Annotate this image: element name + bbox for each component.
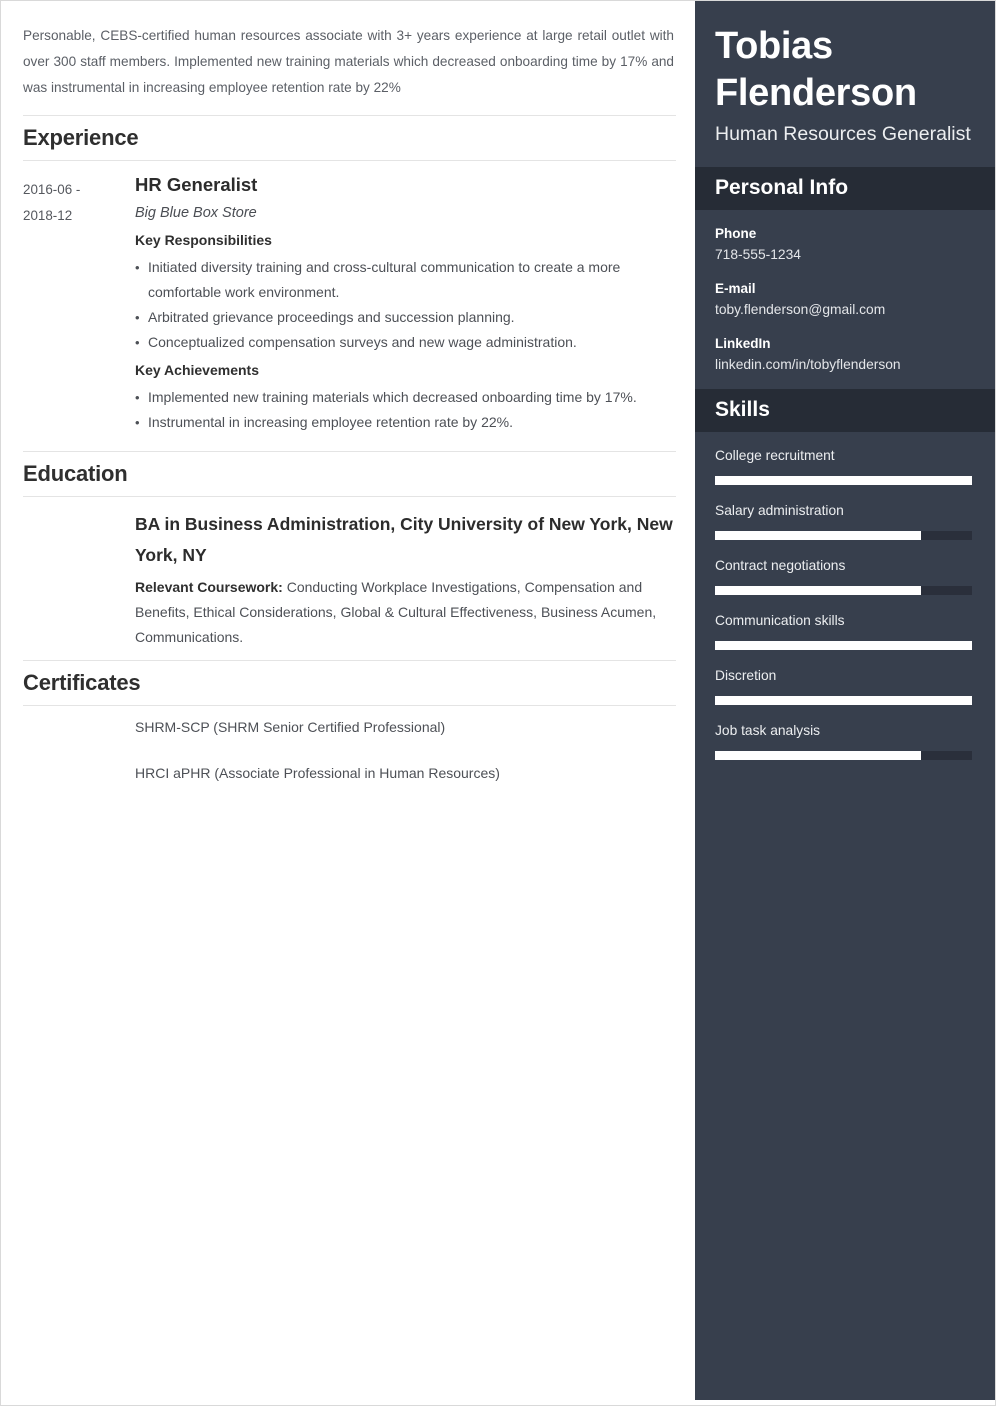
responsibility-item: Arbitrated grievance proceedings and suc… xyxy=(135,305,676,330)
responsibility-item: Initiated diversity training and cross-c… xyxy=(135,255,676,305)
personal-info-list: Phone 718-555-1234 E-mail toby.flenderson@g… xyxy=(695,210,995,375)
skill-level-bar xyxy=(715,586,972,595)
education-coursework: Relevant Coursework: Conducting Workplac… xyxy=(135,579,657,645)
experience-date-end: 2018-12 xyxy=(23,208,73,223)
certificate-entry: SHRM-SCP (SHRM Senior Certified Professi… xyxy=(23,718,676,754)
certificates-section-header: Certificates xyxy=(23,660,676,706)
resume-main-column: Personable, CEBS-certified human resourc… xyxy=(1,1,696,1405)
key-achievements-list: Implemented new training materials which… xyxy=(135,385,676,435)
education-entry-body: BA in Business Administration, City Univ… xyxy=(135,509,676,650)
experience-entry: 2016-06 - 2018-12 HR Generalist Big Blue Bo… xyxy=(23,173,676,441)
experience-heading: Experience xyxy=(23,125,139,150)
skill-level-fill xyxy=(715,696,972,705)
skills-heading: Skills xyxy=(715,398,770,421)
personal-info-label: E-mail xyxy=(715,281,756,296)
education-section: Education BA in Business Administration,… xyxy=(23,451,676,650)
skills-list: College recruitment Salary administration… xyxy=(695,432,995,760)
personal-info-value: 718-555-1234 xyxy=(715,247,801,262)
skill-item: College recruitment xyxy=(715,446,975,485)
sidebar-name-block: Tobias Flenderson Human Resources Genera… xyxy=(695,1,995,167)
skill-item: Salary administration xyxy=(715,501,975,540)
experience-section-header: Experience xyxy=(23,115,676,161)
education-entry-list: BA in Business Administration, City Univ… xyxy=(23,509,676,650)
key-achievements-label: Key Achievements xyxy=(135,362,259,378)
skill-level-fill xyxy=(715,641,972,650)
skill-label: Salary administration xyxy=(715,503,844,518)
personal-info-value: linkedin.com/in/tobyflenderson xyxy=(715,357,901,372)
experience-job-title: HR Generalist xyxy=(135,174,258,195)
education-dates xyxy=(23,509,135,513)
personal-info-label: LinkedIn xyxy=(715,336,771,351)
certificates-list: SHRM-SCP (SHRM Senior Certified Professi… xyxy=(23,718,676,800)
skill-level-bar xyxy=(715,476,972,485)
achievement-item: Implemented new training materials which… xyxy=(135,385,676,410)
skill-item: Contract negotiations xyxy=(715,556,975,595)
skill-level-fill xyxy=(715,751,921,760)
certificates-heading: Certificates xyxy=(23,670,141,695)
certificate-spacer xyxy=(23,764,135,768)
skill-label: Discretion xyxy=(715,668,777,683)
skill-level-bar xyxy=(715,641,972,650)
skill-label: Job task analysis xyxy=(715,723,821,738)
skill-level-fill xyxy=(715,586,921,595)
personal-info-field: E-mail toby.flenderson@gmail.com xyxy=(715,279,975,320)
resume-sidebar: Tobias Flenderson Human Resources Genera… xyxy=(695,1,995,1400)
skill-level-fill xyxy=(715,476,972,485)
resume-page: Personable, CEBS-certified human resourc… xyxy=(0,0,996,1406)
candidate-name: Tobias Flenderson xyxy=(715,25,917,114)
certificate-entry-body: SHRM-SCP (SHRM Senior Certified Professi… xyxy=(135,718,676,754)
skill-level-bar xyxy=(715,696,972,705)
experience-entry-body: HR Generalist Big Blue Box Store Key Respo… xyxy=(135,173,676,441)
certificate-entry: HRCI aPHR (Associate Professional in Hum… xyxy=(23,764,676,800)
certificates-section: Certificates SHRM-SCP (SHRM Senior Certi… xyxy=(23,660,676,800)
education-heading: Education xyxy=(23,461,128,486)
skill-label: College recruitment xyxy=(715,448,835,463)
key-responsibilities-list: Initiated diversity training and cross-c… xyxy=(135,255,676,355)
personal-info-band: Personal Info xyxy=(695,167,995,210)
education-coursework-label: Relevant Coursework: xyxy=(135,579,283,595)
personal-info-value: toby.flenderson@gmail.com xyxy=(715,302,886,317)
education-entry: BA in Business Administration, City Univ… xyxy=(23,509,676,650)
skill-label: Communication skills xyxy=(715,613,845,628)
skill-level-bar xyxy=(715,531,972,540)
candidate-job-title: Human Resources Generalist xyxy=(715,123,971,145)
education-degree: BA in Business Administration, City Univ… xyxy=(135,514,673,565)
skill-item: Discretion xyxy=(715,666,975,705)
skill-level-bar xyxy=(715,751,972,760)
responsibility-item: Conceptualized compensation surveys and … xyxy=(135,330,676,355)
personal-info-field: LinkedIn linkedin.com/in/tobyflenderson xyxy=(715,334,975,375)
certificate-spacer xyxy=(23,718,135,722)
skills-band: Skills xyxy=(695,389,995,432)
personal-info-heading: Personal Info xyxy=(715,176,849,199)
experience-entry-list: 2016-06 - 2018-12 HR Generalist Big Blue Bo… xyxy=(23,173,676,441)
achievement-item: Instrumental in increasing employee rete… xyxy=(135,410,676,435)
skill-level-fill xyxy=(715,531,921,540)
certificate-item: SHRM-SCP (SHRM Senior Certified Professi… xyxy=(135,719,446,735)
education-section-header: Education xyxy=(23,451,676,497)
skill-item: Communication skills xyxy=(715,611,975,650)
personal-info-label: Phone xyxy=(715,226,757,241)
skill-item: Job task analysis xyxy=(715,721,975,760)
skill-label: Contract negotiations xyxy=(715,558,846,573)
certificate-item: HRCI aPHR (Associate Professional in Hum… xyxy=(135,765,500,781)
experience-section: Experience 2016-06 - 2018-12 HR Generalist… xyxy=(23,115,676,441)
experience-company: Big Blue Box Store xyxy=(135,205,257,221)
key-responsibilities-label: Key Responsibilities xyxy=(135,232,272,248)
experience-dates: 2016-06 - 2018-12 xyxy=(23,173,135,229)
personal-info-field: Phone 718-555-1234 xyxy=(715,224,975,265)
certificate-entry-body: HRCI aPHR (Associate Professional in Hum… xyxy=(135,764,676,800)
professional-summary: Personable, CEBS-certified human resourc… xyxy=(23,28,674,95)
experience-date-start: 2016-06 - xyxy=(23,182,81,197)
